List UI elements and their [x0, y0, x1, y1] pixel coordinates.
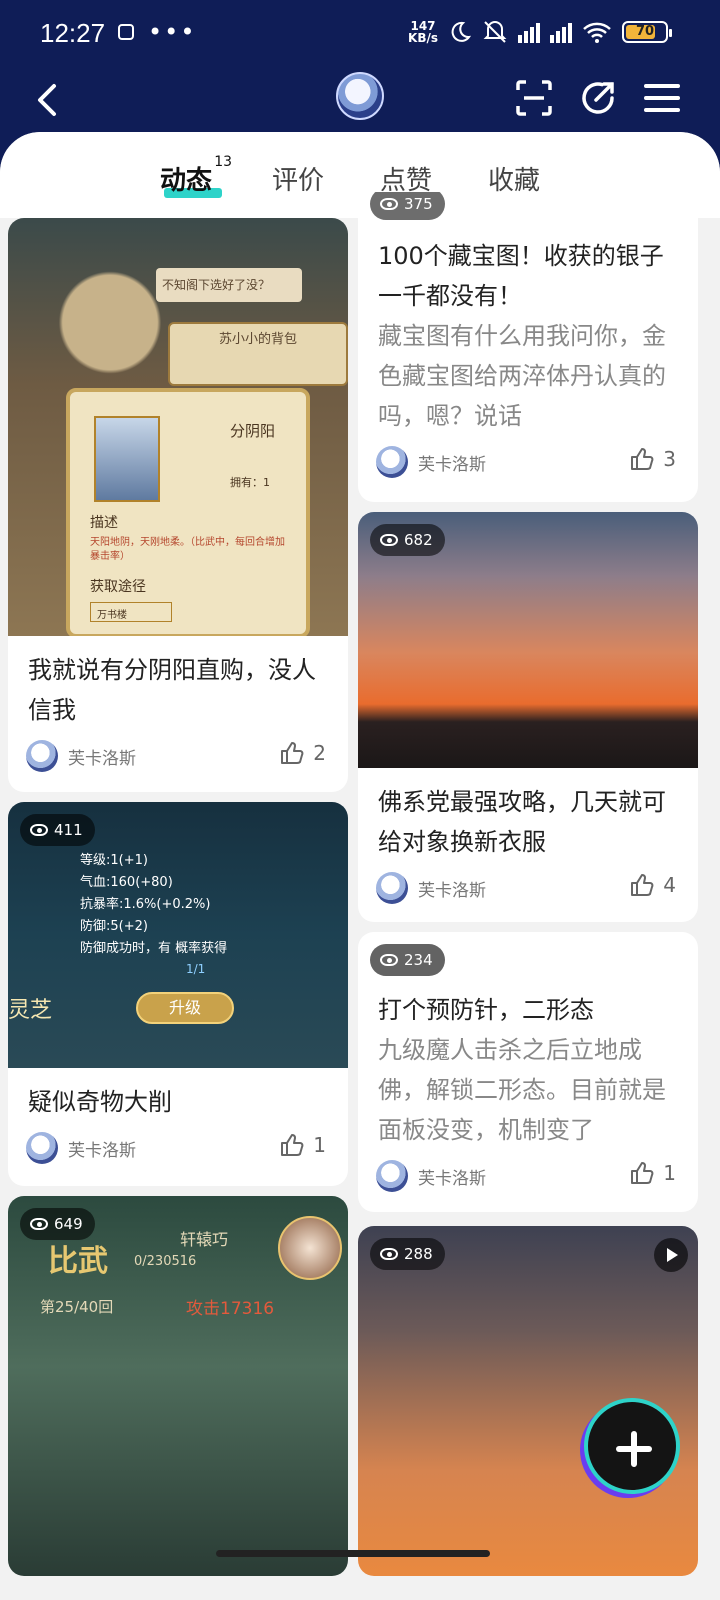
signal-icon — [518, 21, 540, 43]
thumb-up-icon — [631, 874, 654, 896]
post-title: 佛系党最强攻略，几天就可给对象换新衣服 — [378, 788, 666, 856]
like-button[interactable]: 3 — [629, 446, 676, 472]
like-button[interactable]: 2 — [279, 740, 326, 766]
create-post-button[interactable] — [584, 1398, 680, 1494]
view-count-badge: 288 — [370, 1238, 445, 1270]
author-name[interactable]: 芙卡洛斯 — [68, 744, 136, 769]
post-image: 649 比武 轩辕巧 0/230516 第25/40回 攻击17316 — [8, 1196, 348, 1576]
post-footer: 芙卡洛斯 3 — [358, 436, 698, 492]
view-count-badge: 375 — [370, 192, 445, 220]
like-count: 1 — [663, 1161, 676, 1185]
content-sheet: 动态 13 评价 点赞 收藏 不知阁下选好了没？ 苏小小的背包 分阴阳 拥有：1… — [0, 132, 720, 1600]
battery-icon: 70 — [622, 21, 672, 43]
view-count-badge: 411 — [20, 814, 95, 846]
back-arrow-icon[interactable] — [28, 80, 68, 120]
avatar[interactable] — [336, 72, 384, 120]
post-card[interactable]: 682 佛系党最强攻略，几天就可给对象换新衣服 芙卡洛斯 4 — [358, 512, 698, 922]
author-avatar[interactable] — [26, 1132, 58, 1164]
status-bar: 12:27 ••• 147 KB/s 70 — [0, 0, 720, 70]
tab-reviews[interactable]: 评价 — [272, 160, 324, 197]
view-count-badge: 234 — [370, 944, 445, 976]
author-name[interactable]: 芙卡洛斯 — [418, 876, 486, 901]
moon-icon — [451, 21, 472, 42]
status-time: 12:27 — [40, 18, 106, 48]
share-icon[interactable] — [578, 78, 618, 118]
eye-icon — [30, 824, 48, 836]
author-avatar[interactable] — [26, 740, 58, 772]
post-footer: 芙卡洛斯 2 — [8, 730, 348, 786]
like-count: 3 — [663, 447, 676, 471]
status-icons: 147 KB/s 70 — [408, 19, 672, 45]
post-description: 藏宝图有什么用我问你，金色藏宝图给两淬体丹认真的吗，嗯？说话 — [378, 322, 666, 430]
tab-dynamics[interactable]: 动态 13 — [160, 154, 232, 197]
view-count-badge: 682 — [370, 524, 445, 556]
post-title: 疑似奇物大削 — [28, 1088, 172, 1116]
thumb-up-icon — [631, 1162, 654, 1184]
like-button[interactable]: 4 — [629, 872, 676, 898]
item-card: 分阴阳 拥有：1 描述 天阳地阴，天刚地柔。（比武中，每回合增加暴击率） 获取途… — [66, 388, 310, 636]
like-count: 2 — [313, 741, 326, 765]
post-image: 234 — [358, 932, 698, 990]
like-count: 1 — [313, 1133, 326, 1157]
home-indicator[interactable] — [216, 1550, 490, 1557]
more-notifications-icon: ••• — [148, 18, 197, 46]
network-speed: 147 KB/s — [408, 19, 438, 45]
post-image: 411 等级:1(+1) 气血:160(+80) 抗暴率:1.6%(+0.2%)… — [8, 802, 348, 1068]
menu-icon[interactable] — [642, 78, 682, 118]
eye-icon — [30, 1218, 48, 1230]
thumb-up-icon — [281, 1134, 304, 1156]
post-card[interactable]: 649 比武 轩辕巧 0/230516 第25/40回 攻击17316 — [8, 1196, 348, 1576]
tab-count-badge: 13 — [214, 154, 233, 170]
post-description: 九级魔人击杀之后立地成佛，解锁二形态。目前就是面板没变，机制变了 — [378, 1036, 666, 1144]
scan-icon[interactable] — [514, 78, 554, 118]
mute-icon — [483, 21, 507, 43]
post-card[interactable]: 不知阁下选好了没？ 苏小小的背包 分阴阳 拥有：1 描述 天阳地阴，天刚地柔。（… — [8, 218, 348, 792]
author-name[interactable]: 芙卡洛斯 — [418, 1164, 486, 1189]
notification-icon — [118, 24, 134, 40]
author-name[interactable]: 芙卡洛斯 — [418, 450, 486, 475]
author-avatar[interactable] — [376, 872, 408, 904]
author-avatar[interactable] — [376, 446, 408, 478]
post-image: 682 — [358, 512, 698, 768]
post-title: 100个藏宝图！收获的银子一千都没有！ — [378, 242, 664, 310]
post-title: 我就说有分阴阳直购，没人信我 — [28, 656, 316, 724]
post-card[interactable]: 411 等级:1(+1) 气血:160(+80) 抗暴率:1.6%(+0.2%)… — [8, 802, 348, 1186]
eye-icon — [380, 1248, 398, 1260]
post-footer: 芙卡洛斯 1 — [358, 1150, 698, 1206]
like-button[interactable]: 1 — [279, 1132, 326, 1158]
post-footer: 芙卡洛斯 4 — [358, 862, 698, 918]
like-count: 4 — [663, 873, 676, 897]
author-avatar[interactable] — [376, 1160, 408, 1192]
signal-icon-2 — [550, 21, 572, 43]
post-title: 打个预防针，二形态 — [378, 996, 594, 1024]
post-image: 375 — [358, 192, 698, 236]
post-card[interactable]: 375 100个藏宝图！收获的银子一千都没有！ 藏宝图有什么用我问你，金色藏宝图… — [358, 192, 698, 502]
post-footer: 芙卡洛斯 1 — [8, 1122, 348, 1178]
item-portrait — [94, 416, 160, 502]
thumb-up-icon — [631, 448, 654, 470]
opponent-avatar — [278, 1216, 342, 1280]
post-card[interactable]: 234 打个预防针，二形态 九级魔人击杀之后立地成佛，解锁二形态。目前就是面板没… — [358, 932, 698, 1212]
wifi-icon — [583, 22, 611, 43]
stats-text: 等级:1(+1) 气血:160(+80) 抗暴率:1.6%(+0.2%) 防御:… — [80, 853, 228, 956]
top-navigation — [0, 70, 720, 140]
thumb-up-icon — [281, 742, 304, 764]
author-name[interactable]: 芙卡洛斯 — [68, 1136, 136, 1161]
eye-icon — [380, 954, 398, 966]
eye-icon — [380, 198, 398, 210]
eye-icon — [380, 534, 398, 546]
post-image: 不知阁下选好了没？ 苏小小的背包 分阴阳 拥有：1 描述 天阳地阴，天刚地柔。（… — [8, 218, 348, 636]
video-play-icon — [654, 1238, 688, 1272]
like-button[interactable]: 1 — [629, 1160, 676, 1186]
